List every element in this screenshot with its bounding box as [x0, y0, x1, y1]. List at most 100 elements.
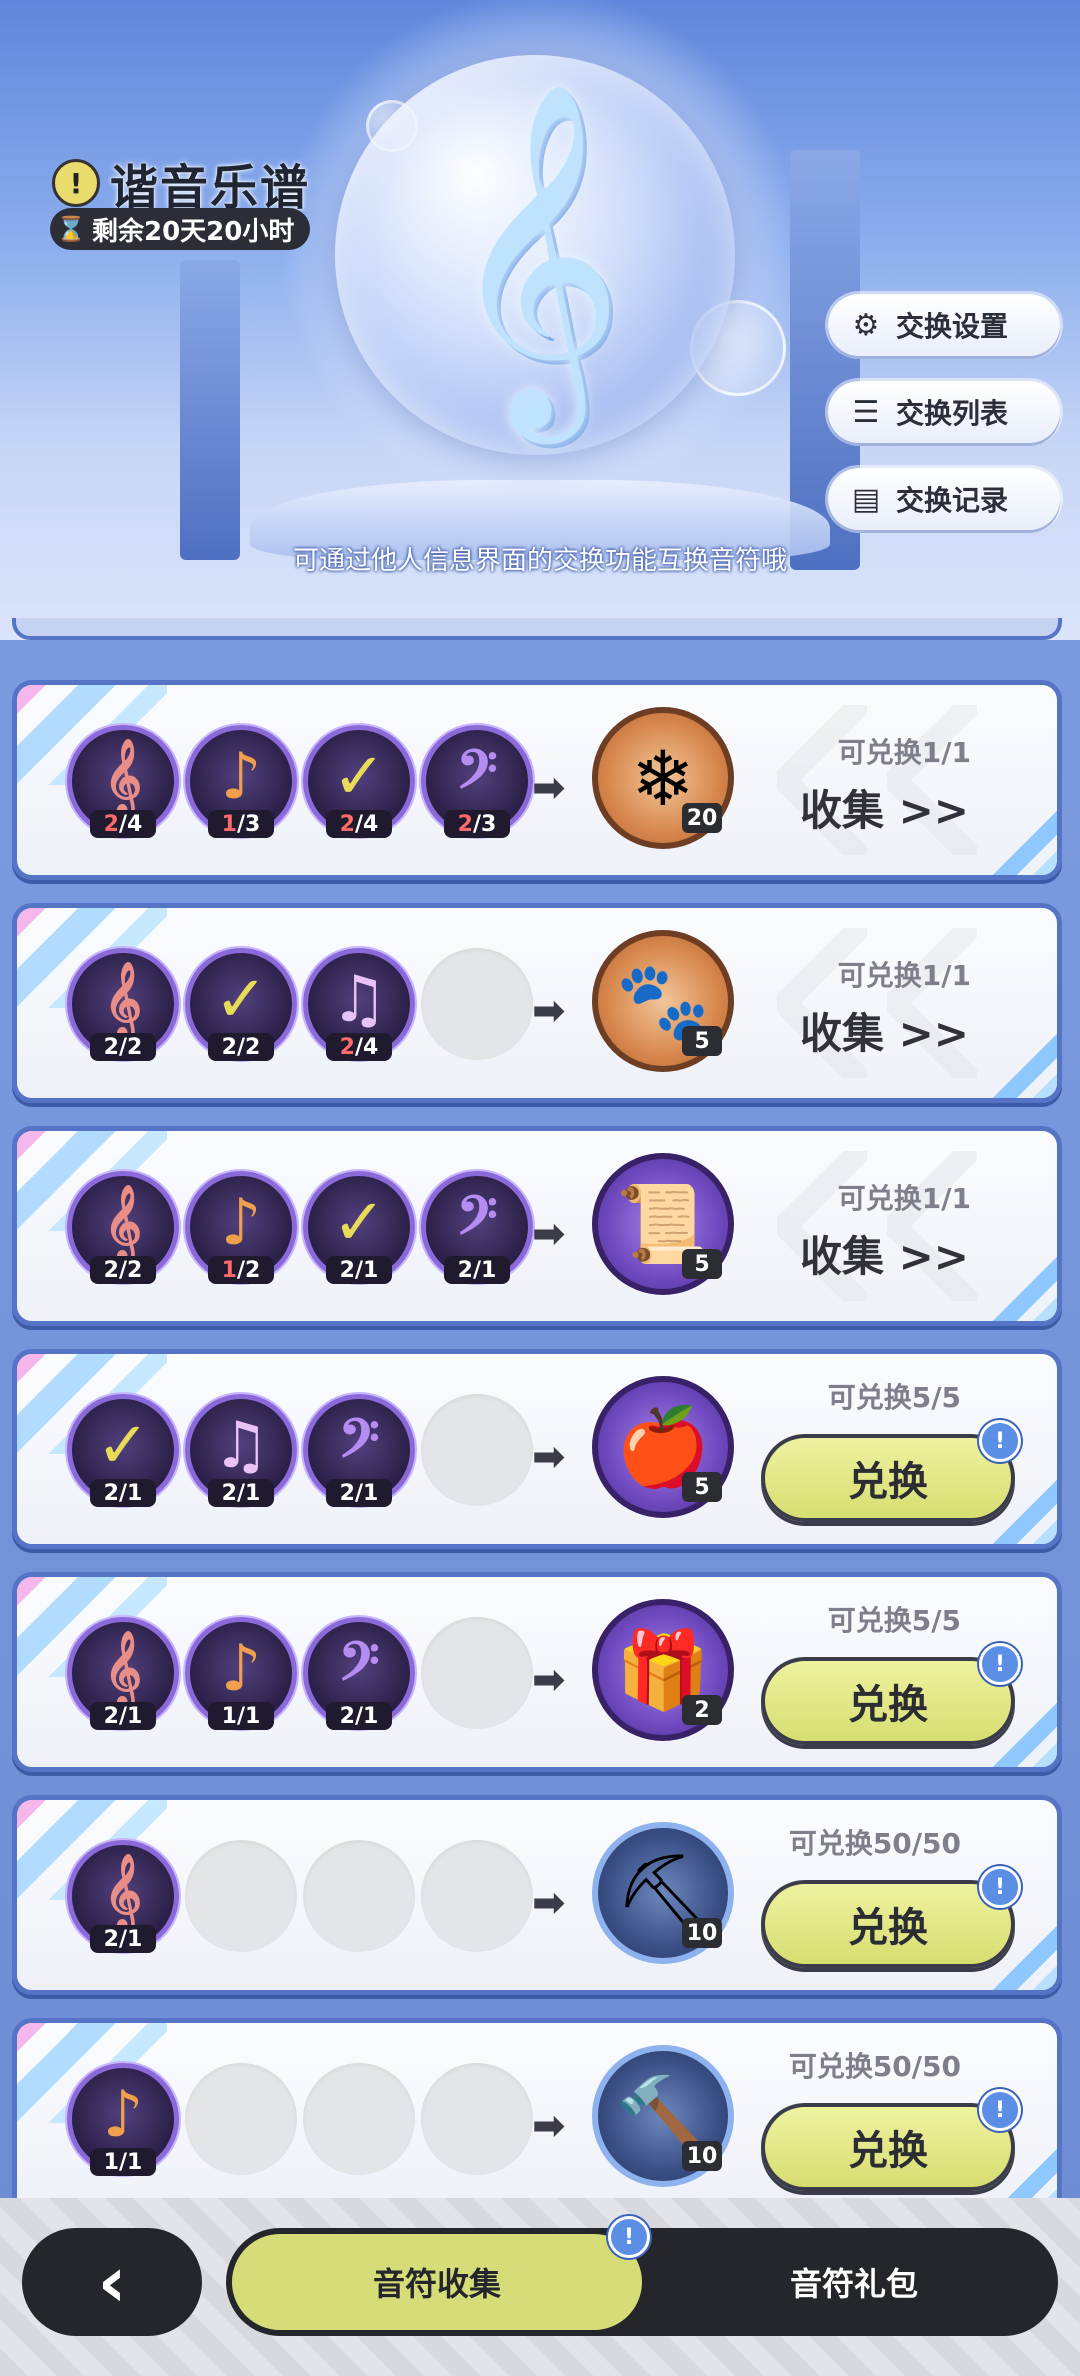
reward-count: 10	[682, 1918, 722, 1948]
note-slot-check-note[interactable]: ✓ 2/1	[67, 1394, 179, 1507]
empty-note-slot	[185, 2063, 297, 2175]
note-count: 1/1	[90, 2148, 156, 2176]
tab-note-gift-pack[interactable]: 音符礼包	[656, 2234, 1052, 2330]
note-slot-treble-clef[interactable]: 𝄞 2/1	[67, 1840, 179, 1953]
exchange-button-label: 兑换	[848, 1682, 928, 1728]
exchange-button[interactable]: 兑换	[761, 1657, 1015, 1745]
note-slot-check-note[interactable]: ✓ 2/2	[185, 948, 297, 1061]
exchange-history-button[interactable]: ▤ 交换记录	[828, 468, 1060, 530]
exchange-list-button[interactable]: ☰ 交换列表	[828, 381, 1060, 443]
note-have: 2	[103, 1480, 119, 1506]
note-need: /1	[354, 1703, 379, 1729]
back-button[interactable]: ‹	[22, 2228, 202, 2336]
reward-item[interactable]: ⛏ 10	[592, 1822, 734, 1964]
reward-item[interactable]: 🎁 2	[592, 1599, 734, 1741]
note-have: 2	[457, 811, 473, 837]
note-count: 2/1	[90, 1479, 156, 1507]
note-need: /2	[236, 1034, 261, 1060]
note-slot-eighth-note[interactable]: ♪ 1/2	[185, 1171, 297, 1284]
note-need: /1	[118, 1703, 143, 1729]
note-slot-beamed-note[interactable]: ♫ 2/1	[185, 1394, 297, 1507]
empty-note-slot	[421, 948, 533, 1060]
tab-note-collection-label: 音符收集	[372, 2265, 501, 2303]
note-need: /1	[354, 1257, 379, 1283]
note-slot-treble-clef[interactable]: 𝄞 2/1	[67, 1617, 179, 1730]
note-need: /4	[354, 1034, 379, 1060]
note-slot-check-note[interactable]: ✓ 2/4	[303, 725, 415, 838]
note-need: /3	[472, 811, 497, 837]
exchange-button[interactable]: 兑换	[761, 1434, 1015, 1522]
arrow-right-icon: ➡	[532, 2103, 566, 2149]
note-need: /2	[118, 1034, 143, 1060]
exchange-button-label: 兑换	[848, 1459, 928, 1505]
note-have: 2	[339, 1257, 355, 1283]
exchange-settings-label: 交换设置	[896, 310, 1009, 343]
note-count: 2/4	[90, 810, 156, 838]
note-have: 2	[339, 1480, 355, 1506]
reward-item[interactable]: 🐾 5	[592, 930, 734, 1072]
note-slot-eighth-note[interactable]: ♪ 1/1	[185, 1617, 297, 1730]
hourglass-icon: ⌛	[56, 215, 86, 243]
note-count: 2/1	[208, 1479, 274, 1507]
exchange-button[interactable]: 兑换	[761, 1880, 1015, 1968]
note-need: /4	[354, 811, 379, 837]
availability-text: 可兑换50/50	[788, 1827, 961, 1860]
note-slot-treble-clef[interactable]: 𝄞 2/2	[67, 948, 179, 1061]
availability-text: 可兑换1/1	[837, 736, 971, 769]
reward-count: 2	[682, 1695, 722, 1725]
countdown-text: 剩余20天20小时	[92, 216, 295, 247]
collect-link[interactable]: 收集 >>	[800, 1000, 969, 1061]
empty-note-slot	[303, 1840, 415, 1952]
arrow-right-icon: ➡	[532, 1211, 566, 1257]
note-have: 1	[103, 2149, 119, 2175]
note-have: 2	[339, 1034, 355, 1060]
note-have: 1	[221, 811, 237, 837]
reward-item[interactable]: 🔨 10	[592, 2045, 734, 2187]
note-need: /1	[236, 1703, 261, 1729]
exchange-button[interactable]: 兑换	[761, 2103, 1015, 2191]
note-have: 2	[103, 1703, 119, 1729]
empty-note-slot	[421, 1840, 533, 1952]
note-have: 2	[103, 1926, 119, 1952]
info-icon[interactable]: !	[52, 159, 100, 207]
note-count: 2/1	[90, 1925, 156, 1953]
reward-item[interactable]: ❄ 20	[592, 707, 734, 849]
note-slot-bass-clef[interactable]: 𝄢 2/3	[421, 725, 533, 838]
countdown-timer: ⌛ 剩余20天20小时	[50, 208, 311, 250]
note-slot-treble-clef[interactable]: 𝄞 2/4	[67, 725, 179, 838]
collect-link[interactable]: 收集 >>	[800, 777, 969, 838]
note-count: 2/1	[90, 1702, 156, 1730]
note-slot-beamed-note[interactable]: ♫ 2/4	[303, 948, 415, 1061]
reward-count: 5	[682, 1472, 722, 1502]
note-slot-check-note[interactable]: ✓ 2/1	[303, 1171, 415, 1284]
note-slot-treble-clef[interactable]: 𝄞 2/2	[67, 1171, 179, 1284]
exchange-history-label: 交换记录	[896, 484, 1009, 517]
tab-note-collection[interactable]: 音符收集	[232, 2234, 642, 2330]
arrow-right-icon: ➡	[532, 1880, 566, 1926]
exchange-settings-button[interactable]: ⚙ 交换设置	[828, 294, 1060, 356]
notification-badge: !	[979, 1866, 1021, 1908]
note-slot-bass-clef[interactable]: 𝄢 2/1	[421, 1171, 533, 1284]
note-slot-bass-clef[interactable]: 𝄢 2/1	[303, 1617, 415, 1730]
note-need: /2	[118, 1257, 143, 1283]
note-count: 2/1	[326, 1702, 392, 1730]
note-count: 2/1	[444, 1256, 510, 1284]
note-slot-bass-clef[interactable]: 𝄢 2/1	[303, 1394, 415, 1507]
note-slot-eighth-note[interactable]: ♪ 1/1	[67, 2063, 179, 2176]
note-count: 2/2	[90, 1256, 156, 1284]
arrow-right-icon: ➡	[532, 988, 566, 1034]
note-have: 2	[221, 1034, 237, 1060]
reward-count: 5	[682, 1026, 722, 1056]
back-arrow-icon: ‹	[97, 2241, 127, 2323]
reward-item[interactable]: 📜 5	[592, 1153, 734, 1295]
note-count: 2/3	[444, 810, 510, 838]
reward-item[interactable]: 🍎 5	[592, 1376, 734, 1518]
note-slot-eighth-note[interactable]: ♪ 1/3	[185, 725, 297, 838]
exchange-button-label: 兑换	[848, 2128, 928, 2174]
notification-badge: !	[608, 2216, 650, 2258]
empty-note-slot	[421, 2063, 533, 2175]
availability-text: 可兑换5/5	[827, 1604, 961, 1637]
exchange-row: ♪ 1/1 ➡ 🔨 10 可兑换50/50 兑换!	[12, 2018, 1062, 2218]
availability-text: 可兑换1/1	[837, 959, 971, 992]
collect-link[interactable]: 收集 >>	[800, 1223, 969, 1284]
